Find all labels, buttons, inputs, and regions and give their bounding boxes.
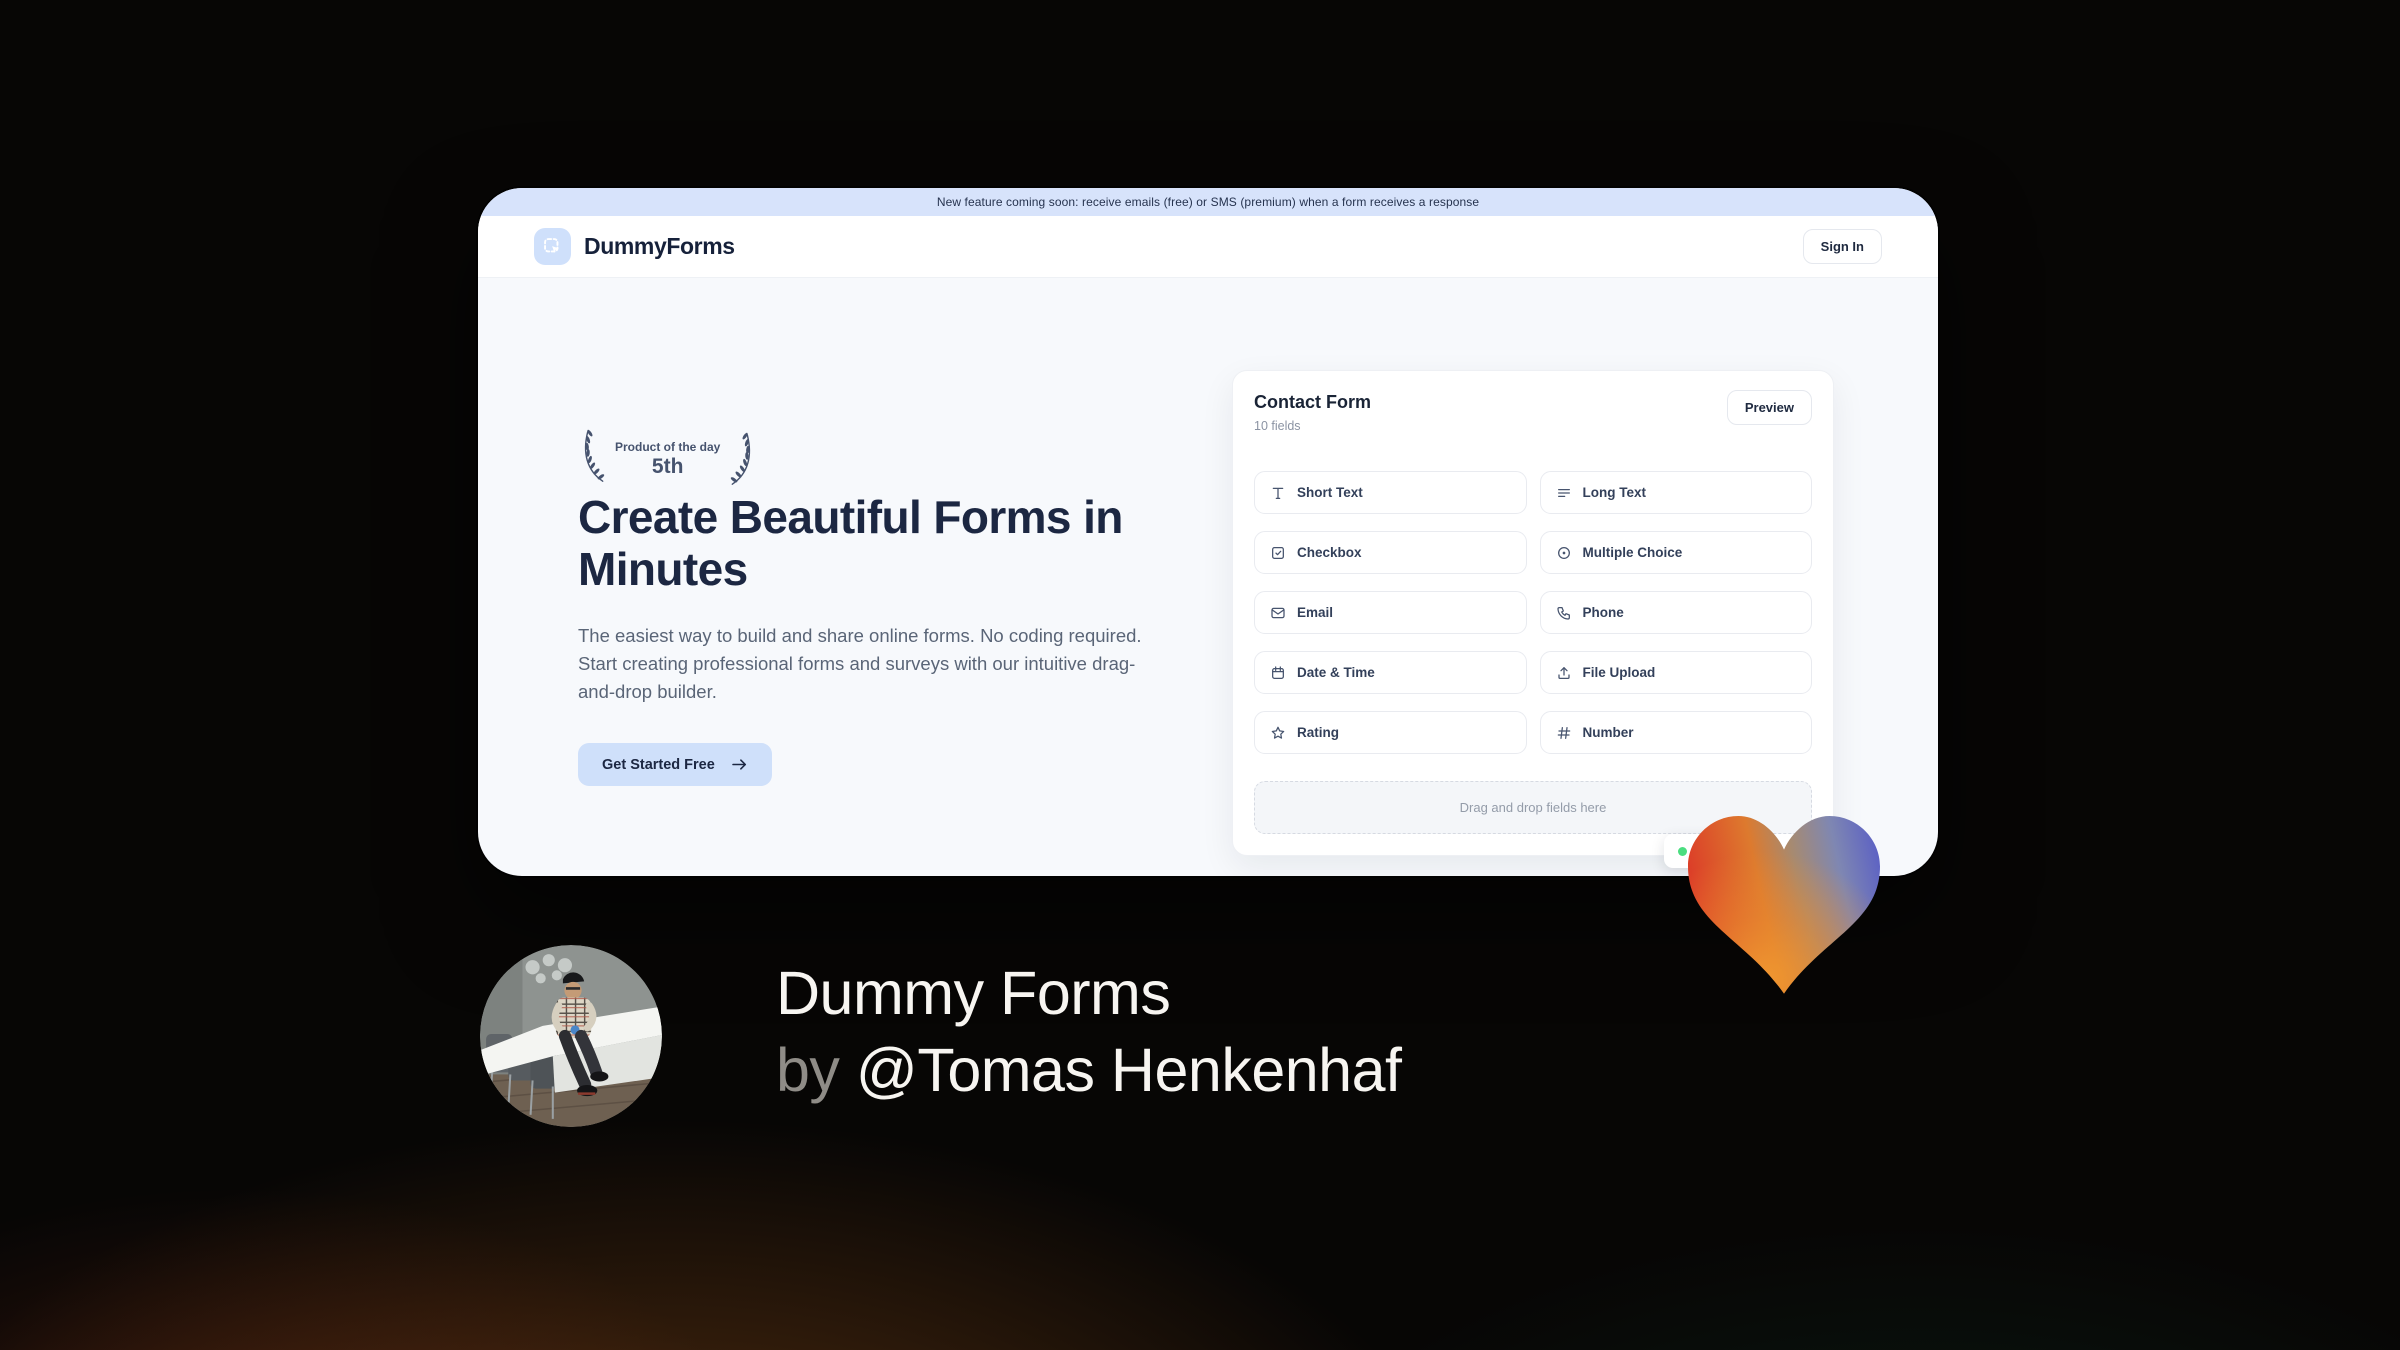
field-label: Number xyxy=(1582,725,1634,740)
caption-by: by xyxy=(776,1035,840,1104)
field-number-button[interactable]: Number xyxy=(1539,711,1812,754)
form-builder-panel: Contact Form 10 fields Preview Short Tex… xyxy=(1232,370,1834,868)
announcement-text: New feature coming soon: receive emails … xyxy=(936,195,1480,209)
dropzone-text: Drag and drop fields here xyxy=(1459,800,1607,815)
brand: DummyForms xyxy=(534,228,735,265)
checkbox-icon xyxy=(1270,545,1286,561)
text-icon xyxy=(1270,485,1286,501)
envelope-icon xyxy=(1270,605,1286,621)
star-icon xyxy=(1270,725,1286,741)
field-label: Phone xyxy=(1582,605,1624,620)
field-label: Email xyxy=(1297,605,1334,620)
heart-icon xyxy=(1688,813,1880,999)
online-dot-icon xyxy=(1678,846,1687,856)
brand-name: DummyForms xyxy=(584,233,735,259)
caption: Dummy Forms by @Tomas Henkenhaf xyxy=(776,955,1402,1109)
hash-icon xyxy=(1556,725,1572,741)
hero-description: The easiest way to build and share onlin… xyxy=(578,625,1142,703)
lines-icon xyxy=(1556,485,1572,501)
radio-icon xyxy=(1556,545,1572,561)
field-phone-button[interactable]: Phone xyxy=(1539,591,1812,634)
app-window: New feature coming soon: receive emails … xyxy=(478,188,1938,876)
field-rating-button[interactable]: Rating xyxy=(1254,711,1527,754)
app-header: DummyForms Sign In xyxy=(478,216,1938,278)
get-started-button[interactable]: Get Started Free xyxy=(578,743,772,786)
field-label: Rating xyxy=(1297,725,1339,740)
laurel-left-icon xyxy=(578,428,608,490)
field-label: Long Text xyxy=(1582,485,1647,500)
avatar-photo xyxy=(480,945,662,1127)
field-label: Checkbox xyxy=(1297,545,1362,560)
phone-icon xyxy=(1556,605,1572,621)
preview-button[interactable]: Preview xyxy=(1726,390,1812,425)
field-short-text-button[interactable]: Short Text xyxy=(1254,471,1527,514)
field-type-grid: Short Text Long Text Checkbox Multiple Choi… xyxy=(1254,471,1812,754)
field-label: Date & Time xyxy=(1297,665,1375,680)
calendar-icon xyxy=(1270,665,1286,681)
field-date-time-button[interactable]: Date & Time xyxy=(1254,651,1527,694)
arrow-right-icon xyxy=(731,758,748,771)
announcement-banner: New feature coming soon: receive emails … xyxy=(478,188,1938,216)
sign-in-button[interactable]: Sign In xyxy=(1802,229,1882,264)
field-multiple-choice-button[interactable]: Multiple Choice xyxy=(1539,531,1812,574)
caption-author-line: by @Tomas Henkenhaf xyxy=(776,1032,1402,1109)
field-label: Short Text xyxy=(1297,485,1363,500)
field-email-button[interactable]: Email xyxy=(1254,591,1527,634)
laurel-right-icon xyxy=(727,431,757,488)
caption-title: Dummy Forms xyxy=(776,959,1171,1027)
dummyforms-logo-icon xyxy=(534,228,571,265)
field-checkbox-button[interactable]: Checkbox xyxy=(1254,531,1527,574)
award-rank: 5th xyxy=(651,454,684,478)
product-of-the-day-badge: Product of the day 5th xyxy=(578,428,757,490)
award-line1: Product of the day xyxy=(615,439,721,454)
hero-headline: Create Beautiful Forms in Minutes xyxy=(578,491,1123,596)
field-long-text-button[interactable]: Long Text xyxy=(1539,471,1812,514)
cta-label: Get Started Free xyxy=(602,756,715,773)
caption-author: @Tomas Henkenhaf xyxy=(855,1035,1402,1104)
field-file-upload-button[interactable]: File Upload xyxy=(1539,651,1812,694)
upload-icon xyxy=(1556,665,1572,681)
field-label: File Upload xyxy=(1582,665,1656,680)
field-label: Multiple Choice xyxy=(1582,545,1683,560)
